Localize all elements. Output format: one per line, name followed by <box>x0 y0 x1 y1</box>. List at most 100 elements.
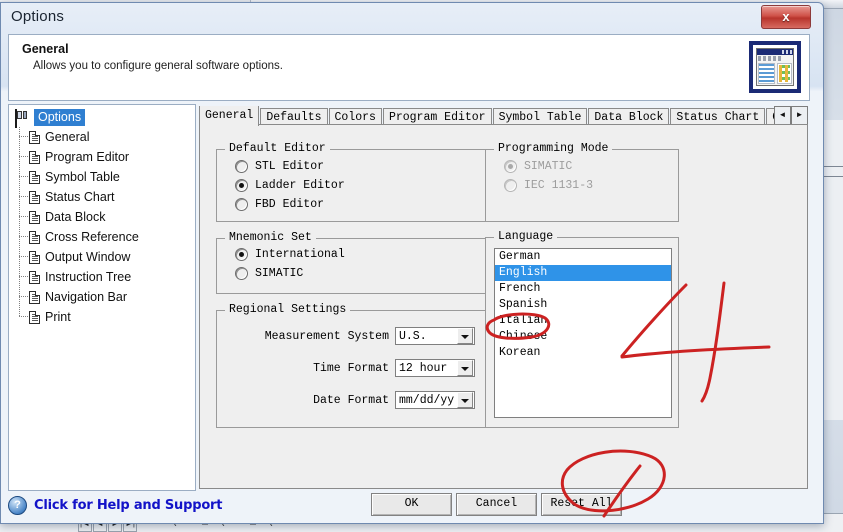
sidebar-item-navigation-bar[interactable]: Navigation Bar <box>15 287 195 307</box>
tab-list[interactable]: General Defaults Colors Program Editor Symbo… <box>199 106 775 126</box>
radio-button-icon[interactable] <box>235 198 248 211</box>
field-measurement-system: Measurement System U.S. <box>225 327 475 345</box>
field-label: Date Format <box>313 393 389 407</box>
radio-label: SIMATIC <box>255 267 304 280</box>
tree-connector-dash <box>19 176 29 177</box>
group-mnemonic-set: Mnemonic Set International SIMATIC <box>216 231 486 294</box>
tab-scroll-right-icon[interactable]: ► <box>791 106 808 125</box>
list-item-italian[interactable]: Italian <box>495 313 671 329</box>
tree-connector-line <box>19 127 20 147</box>
tree-connector-line <box>19 267 20 287</box>
tab-general[interactable]: General <box>199 106 260 126</box>
background-divider-1 <box>823 166 843 167</box>
radio-button-icon[interactable] <box>235 160 248 173</box>
tab-scroll-buttons[interactable]: ◄ ► <box>774 106 808 125</box>
sidebar-root-label: Options <box>34 109 86 126</box>
document-icon <box>29 190 40 204</box>
field-label: Time Format <box>313 361 389 375</box>
radio-ladder-editor[interactable]: Ladder Editor <box>235 176 485 195</box>
combo-measurement-system[interactable]: U.S. <box>395 327 475 345</box>
group-default-editor-title: Default Editor <box>225 142 330 155</box>
tree-connector-line <box>19 207 20 227</box>
tree-connector-dash <box>19 256 29 257</box>
tab-scroll-left-icon[interactable]: ◄ <box>774 106 791 125</box>
options-tree-panel[interactable]: Options General Program Editor Symbol Tabl… <box>8 104 196 491</box>
background-right-panel <box>822 120 843 420</box>
tree-connector-line <box>19 167 20 187</box>
radio-fbd-editor[interactable]: FBD Editor <box>235 195 485 214</box>
field-label: Measurement System <box>264 329 389 343</box>
radio-label: STL Editor <box>255 160 325 173</box>
sidebar-item-symbol-table[interactable]: Symbol Table <box>15 167 195 187</box>
books-icon <box>15 109 31 128</box>
sidebar-item-label: Cross Reference <box>45 230 139 244</box>
radio-iec-1131-3: IEC 1131-3 <box>504 176 678 195</box>
sidebar-item-options[interactable]: Options <box>15 109 195 128</box>
radio-label: Ladder Editor <box>255 179 345 192</box>
screen: |◄ ◄ ► ►| MAIN ( SBR_0 ( INT_0 ( Options… <box>0 0 843 532</box>
group-programming-mode-title: Programming Mode <box>494 142 613 155</box>
sidebar-item-label: Instruction Tree <box>45 270 132 284</box>
radio-button-icon[interactable] <box>235 179 248 192</box>
sidebar-item-data-block[interactable]: Data Block <box>15 207 195 227</box>
document-icon <box>29 170 40 184</box>
sidebar-item-cross-reference[interactable]: Cross Reference <box>15 227 195 247</box>
background-divider-2 <box>823 176 843 177</box>
sidebar-item-print[interactable]: Print <box>15 307 195 327</box>
sidebar-item-label: Navigation Bar <box>45 290 127 304</box>
dialog-button-row: OK Cancel Reset All <box>199 493 808 517</box>
sidebar-item-instruction-tree[interactable]: Instruction Tree <box>15 267 195 287</box>
sidebar-item-program-editor[interactable]: Program Editor <box>15 147 195 167</box>
options-dialog-icon <box>749 41 801 93</box>
list-item-korean[interactable]: Korean <box>495 345 671 361</box>
tree-connector-dash <box>19 236 29 237</box>
dialog-title-bar[interactable]: Options x <box>1 3 823 33</box>
tab-strip[interactable]: General Defaults Colors Program Editor Symbo… <box>199 104 808 126</box>
group-mnemonic-set-title: Mnemonic Set <box>225 231 316 244</box>
combo-value: mm/dd/yy <box>399 393 455 407</box>
tree-connector-dash <box>19 196 29 197</box>
sidebar-item-label: General <box>45 130 90 144</box>
document-icon <box>29 130 40 144</box>
list-item-chinese[interactable]: Chinese <box>495 329 671 345</box>
list-item-french[interactable]: French <box>495 281 671 297</box>
radio-button-icon[interactable] <box>235 267 248 280</box>
list-item-spanish[interactable]: Spanish <box>495 297 671 313</box>
chevron-down-icon[interactable] <box>457 360 473 376</box>
radio-button-icon[interactable] <box>235 248 248 261</box>
list-item-german[interactable]: German <box>495 249 671 265</box>
reset-all-button[interactable]: Reset All <box>541 493 622 516</box>
document-icon <box>29 250 40 264</box>
sidebar-item-label: Status Chart <box>45 190 115 204</box>
tree-connector-line <box>19 287 20 307</box>
group-language: Language German English French Spanish Itali… <box>485 230 679 428</box>
field-date-format: Date Format mm/dd/yy <box>225 391 475 409</box>
chevron-down-icon[interactable] <box>457 328 473 344</box>
sidebar-item-general[interactable]: General <box>15 127 195 147</box>
radio-international[interactable]: International <box>235 245 485 264</box>
tree-connector-dash <box>19 136 29 137</box>
radio-stl-editor[interactable]: STL Editor <box>235 157 485 176</box>
cancel-button[interactable]: Cancel <box>456 493 537 516</box>
combo-date-format[interactable]: mm/dd/yy <box>395 391 475 409</box>
combo-time-format[interactable]: 12 hour <box>395 359 475 377</box>
options-tree[interactable]: Options General Program Editor Symbol Tabl… <box>9 105 195 327</box>
radio-button-icon <box>504 160 517 173</box>
sidebar-item-status-chart[interactable]: Status Chart <box>15 187 195 207</box>
radio-simatic[interactable]: SIMATIC <box>235 264 485 283</box>
question-mark-icon: ? <box>8 495 27 515</box>
tree-connector-line <box>19 247 20 267</box>
document-icon <box>29 210 40 224</box>
combo-value: 12 hour <box>399 361 448 375</box>
language-listbox[interactable]: German English French Spanish Italian Chinese… <box>494 248 672 418</box>
document-icon <box>29 290 40 304</box>
close-button[interactable]: x <box>761 5 811 29</box>
radio-label: IEC 1131-3 <box>524 179 594 192</box>
group-language-title: Language <box>494 230 558 243</box>
sidebar-item-output-window[interactable]: Output Window <box>15 247 195 267</box>
ok-button[interactable]: OK <box>371 493 452 516</box>
combo-value: U.S. <box>399 329 427 343</box>
list-item-english[interactable]: English <box>495 265 671 281</box>
chevron-down-icon[interactable] <box>457 392 473 408</box>
tree-connector-dash <box>19 296 29 297</box>
